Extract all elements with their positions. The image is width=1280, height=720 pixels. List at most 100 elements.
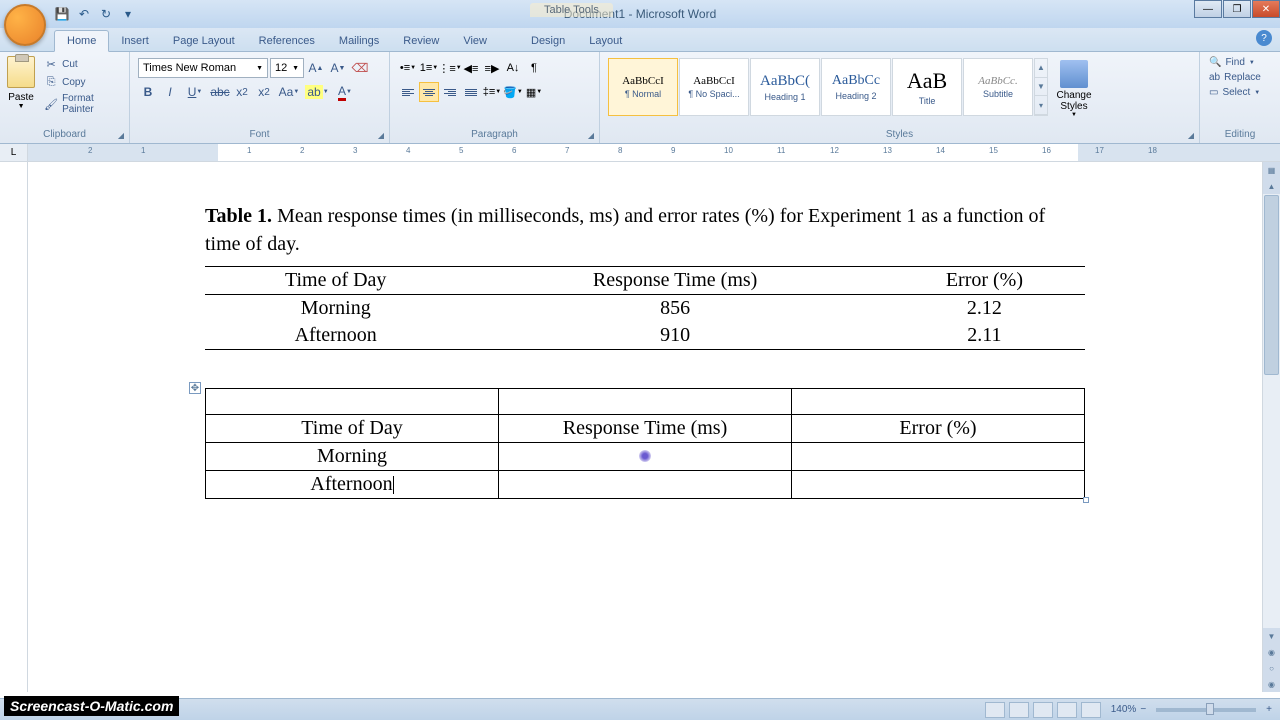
document-canvas[interactable]: Table 1. Mean response times (in millise… (28, 162, 1262, 692)
close-button[interactable]: ✕ (1252, 0, 1280, 18)
view-outline[interactable] (1057, 702, 1077, 718)
line-spacing-button[interactable]: ‡≡▼ (482, 82, 502, 102)
underline-button[interactable]: U▼ (182, 82, 208, 102)
office-button[interactable] (4, 4, 46, 46)
copy-icon: ⎘ (44, 75, 58, 89)
align-left-button[interactable] (398, 82, 418, 102)
highlight-button[interactable]: ab▼ (304, 82, 330, 102)
browse-object[interactable]: ○ (1263, 660, 1280, 676)
align-center-button[interactable] (419, 82, 439, 102)
scroll-thumb[interactable] (1264, 195, 1279, 375)
tab-design[interactable]: Design (519, 31, 577, 51)
shading-button[interactable]: 🪣▼ (503, 82, 523, 102)
table-resize-handle[interactable] (1083, 497, 1089, 503)
tab-insert[interactable]: Insert (109, 31, 161, 51)
superscript-button[interactable]: x2 (254, 82, 274, 102)
replace-button[interactable]: abReplace (1208, 71, 1262, 84)
font-size-select[interactable]: 12▼ (270, 58, 304, 78)
font-color-button[interactable]: A▼ (332, 82, 358, 102)
tab-home[interactable]: Home (54, 30, 109, 52)
style-no-spacing[interactable]: AaBbCcI¶ No Spaci... (679, 58, 749, 116)
numbering-button[interactable]: 1≡▼ (419, 58, 439, 78)
tab-view[interactable]: View (451, 31, 499, 51)
format-painter-button[interactable]: 🖌Format Painter (42, 92, 125, 116)
style-title[interactable]: AaBTitle (892, 58, 962, 116)
qat-customize[interactable]: ▾ (118, 4, 138, 24)
paste-button[interactable]: Paste ▼ (4, 54, 38, 112)
view-draft[interactable] (1081, 702, 1101, 718)
paragraph-group-label: Paragraph (394, 127, 595, 141)
view-full-screen[interactable] (1009, 702, 1029, 718)
bullets-button[interactable]: •≡▼ (398, 58, 418, 78)
change-case-button[interactable]: Aa▼ (276, 82, 302, 102)
help-button[interactable]: ? (1256, 30, 1272, 46)
style-heading1[interactable]: AaBbC(Heading 1 (750, 58, 820, 116)
indent-decrease-button[interactable]: ◀≡ (461, 58, 481, 78)
tab-page-layout[interactable]: Page Layout (161, 31, 247, 51)
italic-button[interactable]: I (160, 82, 180, 102)
style-subtitle[interactable]: AaBbCc.Subtitle (963, 58, 1033, 116)
clipboard-launcher[interactable]: ◢ (115, 129, 127, 141)
styles-expand[interactable]: ▾ (1035, 96, 1047, 115)
tab-review[interactable]: Review (391, 31, 451, 51)
shrink-font-button[interactable]: A▼ (328, 58, 348, 78)
ruler-toggle[interactable]: ▦ (1263, 162, 1280, 178)
sort-button[interactable]: A↓ (503, 58, 523, 78)
view-web-layout[interactable] (1033, 702, 1053, 718)
clear-formatting-button[interactable]: ⌫ (350, 58, 370, 78)
qat-undo[interactable]: ↶ (74, 4, 94, 24)
styles-scroll-down[interactable]: ▼ (1035, 78, 1047, 97)
cut-button[interactable]: ✂Cut (42, 56, 125, 72)
styles-launcher[interactable]: ◢ (1185, 129, 1197, 141)
tab-references[interactable]: References (247, 31, 327, 51)
vertical-scrollbar[interactable]: ▦ ▲ ▼ ◉ ○ ◉ (1262, 162, 1280, 692)
editing-table[interactable]: Time of DayResponse Time (ms)Error (%) M… (205, 388, 1085, 499)
change-styles-button[interactable]: Change Styles ▼ (1052, 58, 1096, 120)
qat-redo[interactable]: ↻ (96, 4, 116, 24)
find-button[interactable]: 🔍Find▼ (1208, 56, 1262, 69)
horizontal-ruler[interactable]: 21123456789101112131415161718 (28, 144, 1280, 161)
scroll-up[interactable]: ▲ (1263, 178, 1280, 194)
minimize-button[interactable]: — (1194, 0, 1222, 18)
font-launcher[interactable]: ◢ (375, 129, 387, 141)
align-right-button[interactable] (440, 82, 460, 102)
context-tab-label: Table Tools (530, 3, 613, 17)
font-name-select[interactable]: Times New Roman▼ (138, 58, 268, 78)
maximize-button[interactable]: ❐ (1223, 0, 1251, 18)
zoom-in[interactable]: + (1266, 704, 1272, 715)
table-move-handle[interactable]: ✥ (189, 382, 201, 394)
select-icon: ▭ (1209, 87, 1218, 98)
style-heading2[interactable]: AaBbCcHeading 2 (821, 58, 891, 116)
styles-gallery[interactable]: AaBbCcI¶ Normal AaBbCcI¶ No Spaci... AaB… (608, 58, 1048, 116)
tab-layout[interactable]: Layout (577, 31, 634, 51)
next-page[interactable]: ◉ (1263, 676, 1280, 692)
cursor-indicator (639, 450, 651, 462)
zoom-slider[interactable] (1156, 708, 1256, 712)
find-icon: 🔍 (1209, 57, 1221, 68)
indent-increase-button[interactable]: ≡▶ (482, 58, 502, 78)
tab-selector[interactable]: L (0, 144, 28, 161)
styles-scroll-up[interactable]: ▲ (1035, 59, 1047, 78)
align-justify-button[interactable] (461, 82, 481, 102)
show-marks-button[interactable]: ¶ (524, 58, 544, 78)
table-caption: Table 1. Mean response times (in millise… (205, 202, 1085, 258)
paragraph-launcher[interactable]: ◢ (585, 129, 597, 141)
view-print-layout[interactable] (985, 702, 1005, 718)
subscript-button[interactable]: x2 (232, 82, 252, 102)
scroll-down[interactable]: ▼ (1263, 628, 1280, 644)
qat-save[interactable]: 💾 (52, 4, 72, 24)
zoom-level[interactable]: 140% (1111, 704, 1137, 715)
brush-icon: 🖌 (44, 97, 58, 111)
borders-button[interactable]: ▦▼ (524, 82, 544, 102)
bold-button[interactable]: B (138, 82, 158, 102)
copy-button[interactable]: ⎘Copy (42, 74, 125, 90)
tab-mailings[interactable]: Mailings (327, 31, 391, 51)
grow-font-button[interactable]: A▲ (306, 58, 326, 78)
zoom-out[interactable]: − (1140, 704, 1146, 715)
multilevel-button[interactable]: ⋮≡▼ (440, 58, 460, 78)
prev-page[interactable]: ◉ (1263, 644, 1280, 660)
vertical-ruler[interactable] (0, 162, 28, 692)
strikethrough-button[interactable]: abc (210, 82, 230, 102)
style-normal[interactable]: AaBbCcI¶ Normal (608, 58, 678, 116)
select-button[interactable]: ▭Select▼ (1208, 86, 1262, 99)
